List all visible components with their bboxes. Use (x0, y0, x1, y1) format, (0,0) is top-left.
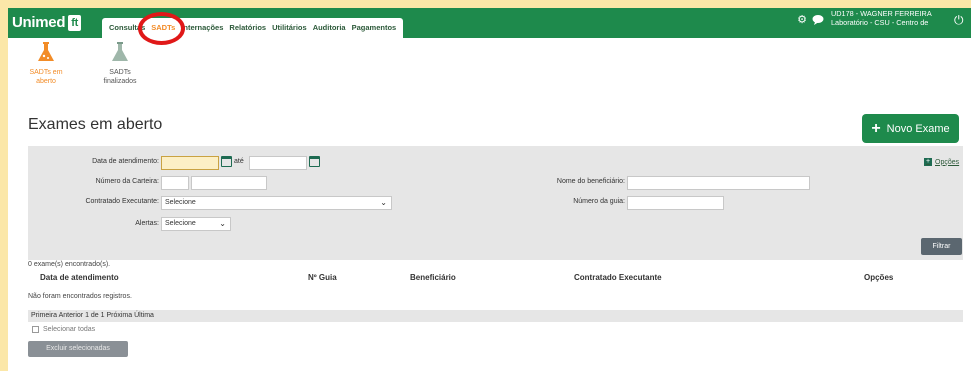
contratado-executante-label: Contratado Executante: (85, 198, 159, 205)
numero-carteira-label: Número da Carteira: (95, 178, 159, 185)
filtrar-button[interactable]: Filtrar (921, 238, 962, 255)
carteira-numero-input[interactable] (191, 176, 267, 190)
ate-label: até (234, 158, 244, 165)
power-icon[interactable]: ⏻ (954, 13, 964, 28)
gear-icon[interactable]: ⚙ (796, 14, 808, 26)
novo-exame-button[interactable]: + Novo Exame (862, 114, 959, 143)
excluir-selecionadas-button[interactable]: Excluir selecionadas (28, 341, 128, 357)
col-data-atendimento[interactable]: Data de atendimento (40, 273, 119, 282)
contratado-select-value: Selecione (165, 199, 196, 206)
unimed-logo[interactable]: Unimed ft (12, 13, 81, 33)
page-title: Exames em aberto (28, 116, 163, 133)
alertas-select[interactable]: Selecione ⌄ (161, 217, 231, 231)
nome-beneficiario-input[interactable] (627, 176, 810, 190)
logo-mark: ft (68, 15, 81, 31)
header-icons: ⚙ (796, 14, 824, 26)
chevron-down-icon: ⌄ (219, 219, 226, 228)
filter-panel: Data de atendimento: até Número da Carte… (28, 146, 963, 260)
novo-exame-label: Novo Exame (886, 122, 950, 135)
app-screen: Unimed ft Consultas SADTs Internações Rel… (8, 8, 971, 371)
tab-pagamentos[interactable]: Pagamentos (349, 18, 400, 38)
contratado-executante-select[interactable]: Selecione ⌄ (161, 196, 392, 210)
col-numero-guia[interactable]: Nº Guia (308, 273, 337, 282)
opcoes-link[interactable]: + Opções (924, 158, 959, 166)
tab-utilitarios[interactable]: Utilitários (269, 18, 310, 38)
flask-icon (112, 42, 128, 61)
results-table-header: Data de atendimento Nº Guia Beneficiário… (28, 270, 963, 286)
plus-icon: + (871, 119, 881, 137)
select-all-checkbox[interactable] (32, 326, 39, 333)
subtab-sadts-finalizados[interactable]: SADTs finalizados (94, 41, 146, 86)
empty-results-message: Não foram encontrados registros. (28, 293, 132, 300)
pagination[interactable]: Primeira Anterior 1 de 1 Próxima Última (28, 310, 963, 322)
select-all[interactable]: Selecionar todas (32, 326, 95, 333)
chat-icon[interactable] (812, 14, 824, 26)
user-name: UD178 - WAGNER FERREIRA (831, 9, 932, 18)
results-count: 0 exame(s) encontrado(s). (28, 261, 111, 268)
data-atendimento-label: Data de atendimento: (92, 158, 159, 165)
data-atendimento-inicio-input[interactable] (161, 156, 219, 170)
nome-beneficiario-label: Nome do beneficiário: (556, 178, 625, 185)
tab-auditoria[interactable]: Auditoria (310, 18, 349, 38)
user-unit: Laboratório - CSU - Centro de (831, 18, 929, 27)
tab-relatorios[interactable]: Relatórios (226, 18, 269, 38)
subtab-sadts-em-aberto[interactable]: SADTs em aberto (20, 41, 72, 86)
opcoes-label: Opções (935, 158, 960, 166)
subtab-done-label-1: SADTs (109, 69, 131, 76)
flask-icon (38, 42, 54, 61)
carteira-prefixo-input[interactable] (161, 176, 189, 190)
user-info[interactable]: UD178 - WAGNER FERREIRA Laboratório - CS… (831, 9, 932, 27)
calendar-icon[interactable] (221, 156, 232, 167)
subtab-done-label-2: finalizados (103, 78, 137, 85)
col-opcoes: Opções (864, 273, 894, 282)
alertas-label: Alertas: (135, 220, 159, 227)
calendar-icon[interactable] (309, 156, 320, 167)
logo-text: Unimed (12, 14, 66, 31)
data-atendimento-fim-input[interactable] (249, 156, 307, 170)
subtab-open-label-1: SADTs em (29, 69, 63, 76)
plus-square-icon: + (924, 158, 932, 166)
select-all-label: Selecionar todas (43, 326, 96, 333)
col-contratado-executante[interactable]: Contratado Executante (574, 273, 662, 282)
numero-guia-label: Número da guia: (573, 198, 625, 205)
col-beneficiario[interactable]: Beneficiário (410, 273, 456, 282)
subtab-open-label-2: aberto (36, 78, 56, 85)
alertas-select-value: Selecione (165, 220, 196, 227)
chevron-down-icon: ⌄ (380, 198, 387, 207)
tab-internacoes[interactable]: Internações (178, 18, 226, 38)
numero-guia-input[interactable] (627, 196, 724, 210)
